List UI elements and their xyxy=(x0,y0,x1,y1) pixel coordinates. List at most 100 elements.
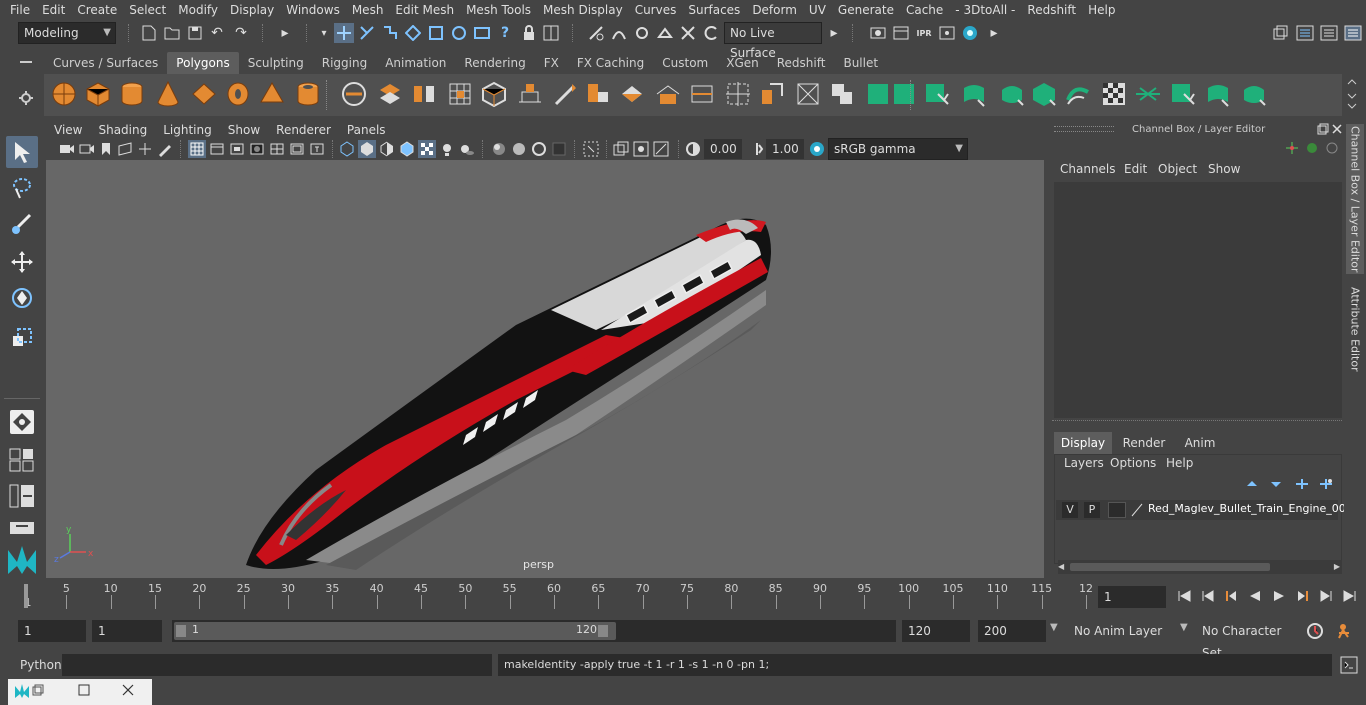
menu-uv[interactable]: UV xyxy=(803,0,832,20)
bounding-box-icon[interactable] xyxy=(864,80,892,108)
color-space-selector[interactable]: sRGB gamma ▼ xyxy=(828,138,968,160)
quad-draw-icon[interactable] xyxy=(828,80,856,108)
shelf-tab-polygons[interactable]: Polygons xyxy=(167,52,239,74)
select-by-object-icon[interactable] xyxy=(357,23,377,43)
chevron-down-icon[interactable]: ▼ xyxy=(1050,622,1058,633)
hyper-icon[interactable] xyxy=(1324,140,1340,156)
x-ray-joints-icon[interactable] xyxy=(632,140,650,158)
depth-of-field-icon[interactable] xyxy=(550,140,568,158)
move-layer-down-icon[interactable] xyxy=(1268,476,1284,492)
menu-deform[interactable]: Deform xyxy=(746,0,803,20)
select-by-component-icon[interactable] xyxy=(380,23,400,43)
scroll-right-icon[interactable]: ▶ xyxy=(1334,562,1340,571)
sculpting-tools-icon[interactable] xyxy=(1270,23,1290,43)
poly-cone-icon[interactable] xyxy=(154,80,182,108)
maximize-icon[interactable] xyxy=(78,684,90,699)
shelf-menu-icon[interactable] xyxy=(18,56,38,70)
single-perspective-layout-icon[interactable] xyxy=(6,444,38,476)
snap-live-icon[interactable]: ? xyxy=(495,23,515,43)
planar-uv-icon[interactable] xyxy=(998,80,1026,108)
lasso-tool-icon[interactable] xyxy=(6,172,38,204)
poly-sphere-icon[interactable] xyxy=(50,80,78,108)
visibility-toggle[interactable]: V xyxy=(1062,502,1078,518)
shelf-tab-redshift[interactable]: Redshift xyxy=(768,52,835,74)
tab-display[interactable]: Display xyxy=(1054,432,1112,454)
menu-mesh-tools[interactable]: Mesh Tools xyxy=(460,0,537,20)
command-input[interactable] xyxy=(62,654,492,676)
shelf-tab-bullet[interactable]: Bullet xyxy=(834,52,887,74)
poly-pyramid-icon[interactable] xyxy=(258,80,286,108)
playback-toggle[interactable]: P xyxy=(1084,502,1100,518)
gate-mask-icon[interactable] xyxy=(248,140,266,158)
range-end-handle[interactable] xyxy=(598,625,608,637)
new-layer-selected-icon[interactable] xyxy=(1318,476,1334,492)
shelf-scroll-icon[interactable] xyxy=(1344,76,1364,114)
panel-menu-panels[interactable]: Panels xyxy=(339,120,394,140)
go-to-start-icon[interactable] xyxy=(1177,589,1191,605)
unfold-icon[interactable] xyxy=(1134,80,1162,108)
motion-blur-icon[interactable] xyxy=(510,140,528,158)
outliner-layout-icon[interactable] xyxy=(6,512,38,544)
live-surface-field[interactable]: No Live Surface xyxy=(724,22,822,60)
scroll-thumb[interactable] xyxy=(1070,563,1270,571)
hypershade-icon[interactable] xyxy=(960,23,980,43)
gamma-icon[interactable] xyxy=(748,140,766,158)
drag-handle[interactable] xyxy=(1054,126,1114,132)
wireframe-icon[interactable] xyxy=(338,140,356,158)
shelf-tab-curves-surfaces[interactable]: Curves / Surfaces xyxy=(44,52,167,74)
channel-box-side-tab[interactable]: Channel Box / Layer Editor xyxy=(1346,124,1364,274)
layer-scrollbar[interactable]: ◀ ▶ xyxy=(1058,560,1342,574)
layers-menu[interactable]: Layers xyxy=(1064,456,1104,470)
select-tool-icon[interactable] xyxy=(6,136,38,168)
new-scene-icon[interactable] xyxy=(140,24,158,42)
redo-icon[interactable]: ↷ xyxy=(232,24,250,42)
render-view-icon[interactable] xyxy=(937,23,957,43)
color-management-icon[interactable] xyxy=(808,140,826,158)
screen-space-ao-icon[interactable] xyxy=(490,140,508,158)
menu-modify[interactable]: Modify xyxy=(172,0,224,20)
character-set-selector[interactable]: No Character Set xyxy=(1196,620,1298,660)
menu-mesh-display[interactable]: Mesh Display xyxy=(537,0,629,20)
options-menu[interactable]: Options xyxy=(1110,456,1156,470)
duplicate-face-icon[interactable] xyxy=(960,80,988,108)
poly-pipe-icon[interactable] xyxy=(294,80,322,108)
menu-windows[interactable]: Windows xyxy=(280,0,346,20)
channels-menu[interactable]: Channels xyxy=(1060,162,1116,176)
gamma-field[interactable]: 1.00 xyxy=(766,139,804,159)
field-chart-icon[interactable] xyxy=(268,140,286,158)
panel-menu-view[interactable]: View xyxy=(46,120,90,140)
anti-aliasing-icon[interactable] xyxy=(530,140,548,158)
toggle-tool-settings-icon[interactable] xyxy=(1318,23,1340,43)
target-weld-icon[interactable] xyxy=(724,80,752,108)
image-plane-icon[interactable] xyxy=(116,140,134,158)
snap-to-view-icon[interactable] xyxy=(678,23,698,43)
shelf-tab-custom[interactable]: Custom xyxy=(653,52,717,74)
menu-file[interactable]: File xyxy=(0,0,36,20)
collapse-arrow-icon[interactable]: ▸ xyxy=(988,24,1000,42)
layer-name[interactable]: Red_Maglev_Bullet_Train_Engine_001 xyxy=(1148,502,1353,515)
collapse-arrow-icon[interactable]: ▸ xyxy=(828,24,840,42)
snap-to-curve-icon[interactable] xyxy=(609,23,629,43)
menu-help[interactable]: Help xyxy=(1082,0,1121,20)
bevel-icon[interactable] xyxy=(618,80,646,108)
wireframe-on-shaded-icon[interactable] xyxy=(398,140,416,158)
shelf-tab-animation[interactable]: Animation xyxy=(376,52,455,74)
speed-icon[interactable] xyxy=(1304,140,1320,156)
panel-menu-renderer[interactable]: Renderer xyxy=(268,120,339,140)
separate-icon[interactable] xyxy=(376,80,404,108)
exposure-icon[interactable] xyxy=(684,140,702,158)
spherical-uv-icon[interactable] xyxy=(1100,80,1128,108)
menu-edit[interactable]: Edit xyxy=(36,0,71,20)
playback-end-field[interactable]: 120 xyxy=(902,620,970,642)
panel-menu-lighting[interactable]: Lighting xyxy=(155,120,220,140)
camera-attributes-icon[interactable] xyxy=(78,140,96,158)
help-menu[interactable]: Help xyxy=(1166,456,1193,470)
grid-icon[interactable] xyxy=(188,140,206,158)
toggle-channel-box-icon[interactable] xyxy=(1342,23,1364,43)
render-frame-icon[interactable] xyxy=(891,23,911,43)
snap-view-plane-icon[interactable] xyxy=(472,23,492,43)
step-forward-key-icon[interactable] xyxy=(1319,589,1333,605)
layout-uv-icon[interactable] xyxy=(1170,80,1198,108)
cylindrical-uv-icon[interactable] xyxy=(1064,80,1092,108)
combine-icon[interactable] xyxy=(340,80,368,108)
